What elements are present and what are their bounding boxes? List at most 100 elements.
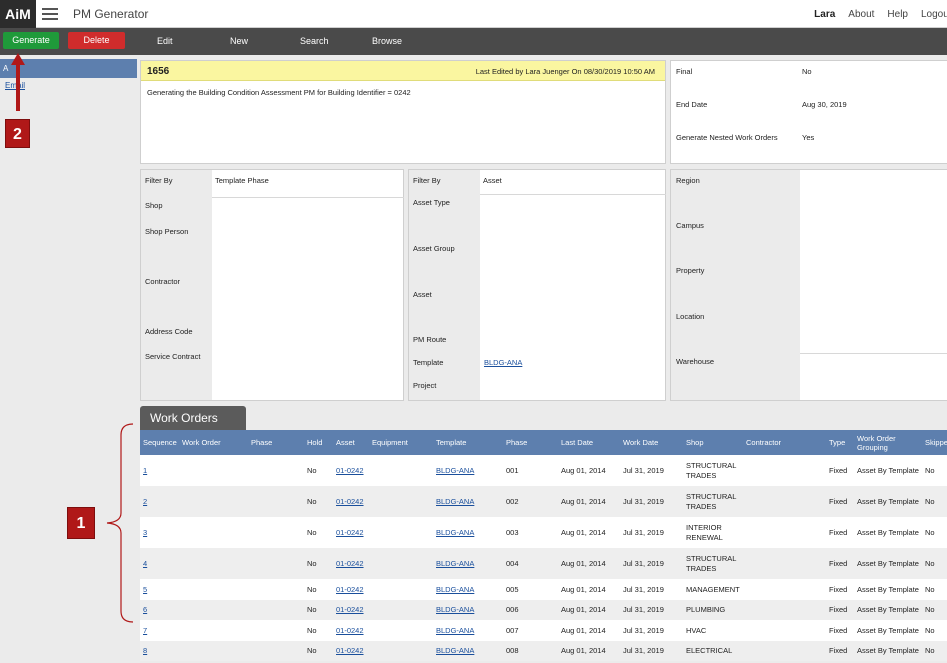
type-cell: Fixed (826, 579, 854, 600)
type-cell: Fixed (826, 620, 854, 641)
browse-button[interactable]: Browse (372, 36, 402, 46)
shop-cell: ELECTRICAL (683, 640, 743, 661)
asset-group-label: Asset Group (413, 244, 455, 253)
warehouse-label: Warehouse (676, 357, 715, 366)
sequence-link[interactable]: 1 (143, 466, 147, 475)
contractor-cell (743, 548, 826, 579)
template-link[interactable]: BLDG-ANA (436, 559, 474, 568)
table-row[interactable]: 8 No 01-0242 BLDG-ANA 008 Aug 01, 2014 Jul 31,… (140, 640, 947, 661)
shop-line-1: STRUCTURAL (686, 554, 737, 563)
generate-button[interactable]: Generate (3, 32, 59, 49)
asset-cell: 01-0242 (333, 455, 369, 486)
filter-by-value[interactable]: Asset (483, 176, 502, 185)
annotation-arrow-icon (11, 53, 25, 111)
col-last-date[interactable]: Last Date (558, 430, 620, 455)
asset-cell: 01-0242 (333, 548, 369, 579)
col-equipment[interactable]: Equipment (369, 430, 433, 455)
template-link[interactable]: BLDG-ANA (484, 358, 522, 367)
table-row[interactable]: 7 No 01-0242 BLDG-ANA 007 Aug 01, 2014 Jul 31,… (140, 620, 947, 641)
col-hold[interactable]: Hold (304, 430, 333, 455)
template-link[interactable]: BLDG-ANA (436, 585, 474, 594)
shop-cell: HVAC (683, 620, 743, 641)
campus-label: Campus (676, 221, 704, 230)
grouping-cell: Asset By Template (854, 548, 922, 579)
skipped-cell: No (922, 640, 947, 661)
table-row[interactable]: 5 No 01-0242 BLDG-ANA 005 Aug 01, 2014 Jul 31,… (140, 579, 947, 600)
template-link[interactable]: BLDG-ANA (436, 528, 474, 537)
sequence-link[interactable]: 7 (143, 626, 147, 635)
end-date-label: End Date (676, 100, 708, 109)
col-sequence[interactable]: Sequence (140, 430, 179, 455)
col-asset[interactable]: Asset (333, 430, 369, 455)
work-date-cell: Jul 31, 2019 (620, 579, 683, 600)
col-contractor[interactable]: Contractor (743, 430, 826, 455)
sequence-link[interactable]: 2 (143, 497, 147, 506)
asset-cell: 01-0242 (333, 517, 369, 548)
template-link[interactable]: BLDG-ANA (436, 497, 474, 506)
user-name-link[interactable]: Lara (814, 9, 835, 20)
asset-link[interactable]: 01-0242 (336, 528, 364, 537)
address-code-label: Address Code (145, 327, 193, 336)
hamburger-menu-icon[interactable] (42, 8, 58, 20)
sequence-link[interactable]: 4 (143, 559, 147, 568)
table-row[interactable]: 6 No 01-0242 BLDG-ANA 006 Aug 01, 2014 Jul 31,… (140, 599, 947, 620)
sequence-cell: 8 (140, 640, 179, 661)
sequence-link[interactable]: 3 (143, 528, 147, 537)
col-work-order[interactable]: Work Order (179, 430, 248, 455)
grouping-cell: Asset By Template (854, 579, 922, 600)
asset-link[interactable]: 01-0242 (336, 626, 364, 635)
asset-link[interactable]: 01-0242 (336, 497, 364, 506)
sequence-link[interactable]: 5 (143, 585, 147, 594)
col-phase[interactable]: Phase (248, 430, 304, 455)
template-cell: BLDG-ANA (433, 620, 503, 641)
col-work-date[interactable]: Work Date (620, 430, 683, 455)
asset-link[interactable]: 01-0242 (336, 605, 364, 614)
type-cell: Fixed (826, 455, 854, 486)
contractor-cell (743, 620, 826, 641)
sequence-link[interactable]: 8 (143, 646, 147, 655)
shop-line-2: TRADES (686, 501, 717, 511)
template-link[interactable]: BLDG-ANA (436, 626, 474, 635)
work-orders-tab[interactable]: Work Orders (140, 406, 246, 430)
template-link[interactable]: BLDG-ANA (436, 466, 474, 475)
filter-panel-location: Region Campus Property Location Warehous… (670, 169, 947, 401)
help-link[interactable]: Help (887, 9, 908, 20)
col-shop[interactable]: Shop (683, 430, 743, 455)
work-date-cell: Jul 31, 2019 (620, 640, 683, 661)
filter-by-label: Filter By (145, 176, 173, 185)
table-row[interactable]: 1 No 01-0242 BLDG-ANA 001 Aug 01, 2014 Jul 31,… (140, 455, 947, 486)
edit-button[interactable]: Edit (157, 36, 173, 46)
template-link[interactable]: BLDG-ANA (436, 646, 474, 655)
about-link[interactable]: About (848, 9, 874, 20)
shop-cell: STRUCTURAL TRADES (683, 548, 743, 579)
table-row[interactable]: 4 No 01-0242 BLDG-ANA 004 Aug 01, 2014 Jul 31,… (140, 548, 947, 579)
last-edited-text: Last Edited by Lara Juenger On 08/30/201… (475, 67, 655, 76)
shop-line-2: TRADES (686, 470, 717, 480)
col-work-order-grouping[interactable]: Work Order Grouping (854, 430, 922, 455)
col-template[interactable]: Template (433, 430, 503, 455)
aim-logo[interactable]: AiM (0, 0, 36, 28)
asset-link[interactable]: 01-0242 (336, 585, 364, 594)
asset-link[interactable]: 01-0242 (336, 466, 364, 475)
logout-link[interactable]: Logout (921, 9, 947, 20)
col-template-phase[interactable]: Phase (503, 430, 558, 455)
work-date-cell: Jul 31, 2019 (620, 455, 683, 486)
asset-link[interactable]: 01-0242 (336, 646, 364, 655)
contractor-cell (743, 486, 826, 517)
template-cell: BLDG-ANA (433, 486, 503, 517)
table-row[interactable]: 2 No 01-0242 BLDG-ANA 002 Aug 01, 2014 Jul 31,… (140, 486, 947, 517)
delete-button[interactable]: Delete (68, 32, 125, 49)
new-button[interactable]: New (230, 36, 248, 46)
col-type[interactable]: Type (826, 430, 854, 455)
template-link[interactable]: BLDG-ANA (436, 605, 474, 614)
shop-line-1: PLUMBING (686, 605, 726, 614)
work-order-cell (179, 486, 248, 517)
asset-link[interactable]: 01-0242 (336, 559, 364, 568)
col-skipped[interactable]: Skipped (922, 430, 947, 455)
search-button[interactable]: Search (300, 36, 329, 46)
filter-by-value[interactable]: Template Phase (215, 176, 269, 185)
table-row[interactable]: 3 No 01-0242 BLDG-ANA 003 Aug 01, 2014 Jul 31,… (140, 517, 947, 548)
final-label: Final (676, 67, 693, 76)
project-label: Project (413, 381, 437, 390)
sequence-link[interactable]: 6 (143, 605, 147, 614)
